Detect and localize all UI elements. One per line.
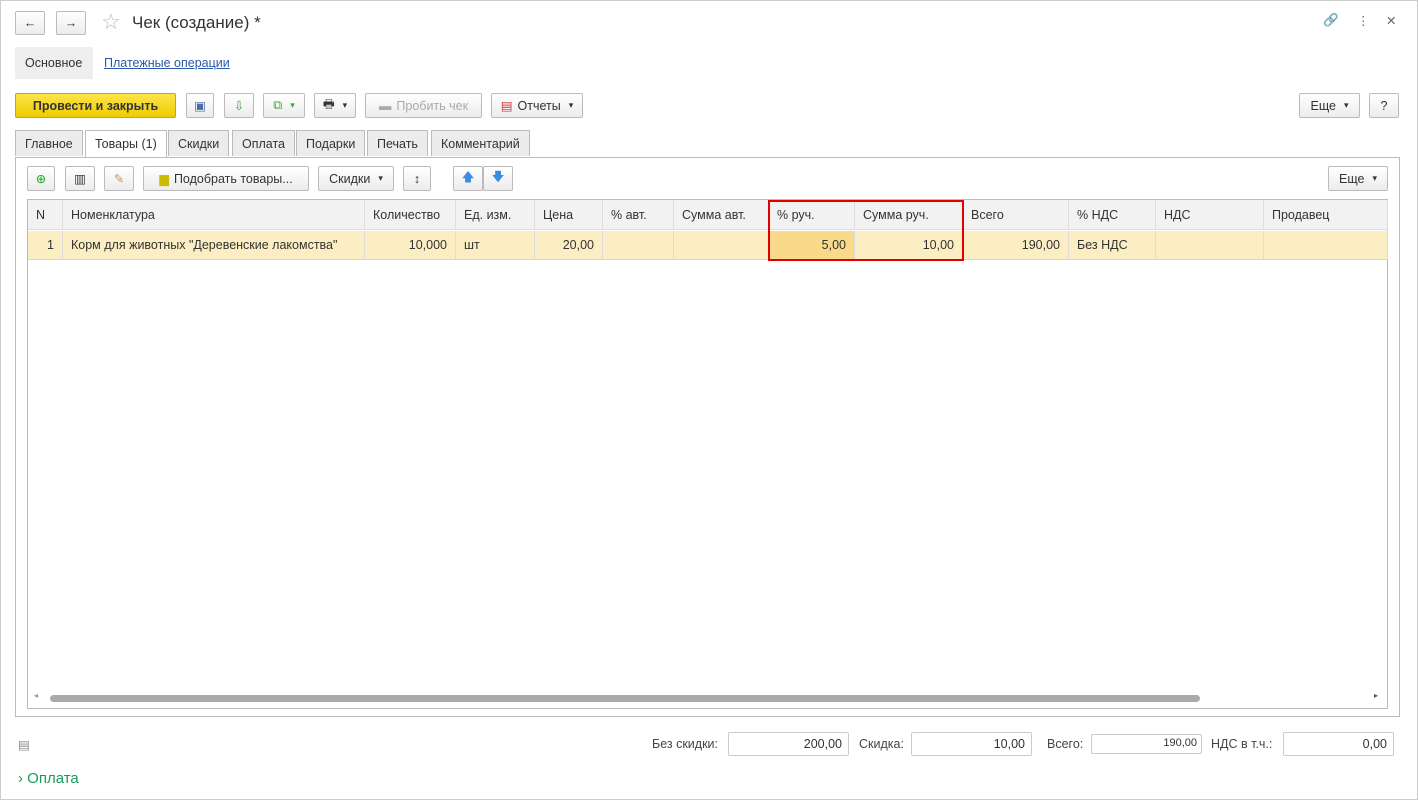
chevron-right-icon: › — [18, 770, 23, 787]
report-icon: ▤ — [500, 99, 513, 113]
post-and-close-button[interactable]: Провести и закрыть — [15, 93, 176, 118]
tab-comment[interactable]: Комментарий — [431, 130, 530, 156]
column-header-auto-sum[interactable]: Сумма авт. — [674, 200, 769, 229]
basket-icon: ▆ — [159, 172, 169, 186]
more-vert-icon[interactable]: ⋮ — [1357, 13, 1370, 28]
tab-gifts[interactable]: Подарки — [296, 130, 366, 156]
total-label: Всего: — [1047, 737, 1084, 751]
cell-n[interactable]: 1 — [28, 231, 63, 259]
horizontal-scrollbar[interactable] — [50, 695, 1200, 702]
column-header-unit[interactable]: Ед. изм. — [456, 200, 535, 229]
barcode-search-icon[interactable]: ▥ — [65, 166, 95, 191]
tab-main[interactable]: Главное — [15, 130, 83, 156]
scroll-right-icon[interactable]: ▸ — [1374, 691, 1378, 700]
column-header-nomenclature[interactable]: Номенклатура — [63, 200, 365, 229]
scroll-left-icon[interactable]: ◂ — [34, 691, 38, 700]
vat-field[interactable]: 0,00 — [1283, 732, 1394, 756]
pick-goods-label: Подобрать товары... — [173, 171, 293, 186]
cell-auto-percent[interactable] — [603, 231, 674, 259]
help-button[interactable]: ? — [1369, 93, 1399, 118]
tab-print[interactable]: Печать — [367, 130, 428, 156]
goods-table: N Номенклатура Количество Ед. изм. Цена% авт… — [27, 199, 1388, 709]
vat-label: НДС в т.ч.: — [1211, 737, 1273, 751]
no-discount-label: Без скидки: — [652, 737, 719, 751]
tab-discounts[interactable]: Скидки — [168, 130, 230, 156]
column-header-vat[interactable]: НДС — [1156, 200, 1264, 229]
discount-label: Скидка: — [859, 737, 904, 751]
no-discount-field[interactable]: 200,00 — [728, 732, 849, 756]
table-row[interactable]: 1 Корм для животных "Деревенские лакомств… — [28, 231, 1388, 260]
print-check-button[interactable]: ▬ Пробить чек — [365, 93, 482, 118]
scanner-icon[interactable]: ✎ — [104, 166, 134, 191]
favorite-star-icon[interactable]: ☆ — [101, 9, 121, 35]
cash-register-icon: ▬ — [378, 98, 392, 113]
close-icon[interactable]: ✕ — [1386, 13, 1396, 28]
column-header-auto-percent[interactable]: % авт. — [603, 200, 674, 229]
discounts-dropdown[interactable]: Скидки — [318, 166, 394, 191]
cell-seller[interactable] — [1264, 231, 1388, 259]
tab-goods[interactable]: Товары (1) — [85, 130, 167, 158]
cell-vat[interactable] — [1156, 231, 1264, 259]
section-payments[interactable]: Платежные операции — [104, 56, 230, 70]
table-header: N Номенклатура Количество Ед. изм. Цена% авт… — [28, 200, 1388, 230]
window-title: Чек (создание) * — [132, 13, 261, 32]
total-field[interactable]: 190,00 — [1091, 734, 1202, 754]
column-header-seller[interactable]: Продавец — [1264, 200, 1388, 229]
section-main[interactable]: Основное — [15, 47, 93, 79]
column-header-total[interactable]: Всего — [963, 200, 1069, 229]
reports-button[interactable]: ▤ Отчеты — [491, 93, 583, 118]
reports-label: Отчеты — [517, 98, 561, 113]
post-icon[interactable]: ⇩ — [224, 93, 254, 118]
payment-section-toggle[interactable]: › Оплата — [18, 770, 79, 787]
discount-field[interactable]: 10,00 — [911, 732, 1032, 756]
link-icon[interactable]: 🔗 — [1323, 13, 1339, 28]
cell-unit[interactable]: шт — [456, 231, 535, 259]
tab-payment[interactable]: Оплата — [232, 130, 295, 156]
highlight-box — [768, 200, 964, 261]
row-height-icon[interactable]: ↕ — [403, 166, 431, 191]
payment-section-label: Оплата — [27, 770, 79, 787]
column-header-price[interactable]: Цена — [535, 200, 603, 229]
add-row-icon[interactable]: ⊕ — [27, 166, 55, 191]
column-header-n[interactable]: N — [28, 200, 63, 229]
message-icon[interactable]: ▤ — [18, 737, 30, 752]
pick-goods-button[interactable]: ▆ Подобрать товары... — [143, 166, 309, 191]
move-up-icon[interactable]: 🡅 — [453, 166, 483, 191]
cell-auto-sum[interactable] — [674, 231, 769, 259]
print-check-label: Пробить чек — [396, 98, 469, 113]
more-button[interactable]: Еще — [1299, 93, 1360, 118]
create-based-on-icon[interactable]: ⧉ — [263, 93, 305, 118]
cell-quantity[interactable]: 10,000 — [365, 231, 456, 259]
column-header-quantity[interactable]: Количество — [365, 200, 456, 229]
cell-vat-rate[interactable]: Без НДС — [1069, 231, 1156, 259]
items-more-button[interactable]: Еще — [1328, 166, 1388, 191]
print-icon[interactable]: 🖶 — [314, 93, 356, 118]
forward-button[interactable]: → — [56, 11, 86, 35]
cell-total[interactable]: 190,00 — [963, 231, 1069, 259]
cell-nomenclature[interactable]: Корм для животных "Деревенские лакомства… — [63, 231, 365, 259]
column-header-vat-rate[interactable]: % НДС — [1069, 200, 1156, 229]
move-down-icon[interactable]: 🡇 — [483, 166, 513, 191]
back-button[interactable]: ← — [15, 11, 45, 35]
save-icon[interactable]: ▣ — [186, 93, 214, 118]
cell-price[interactable]: 20,00 — [535, 231, 603, 259]
